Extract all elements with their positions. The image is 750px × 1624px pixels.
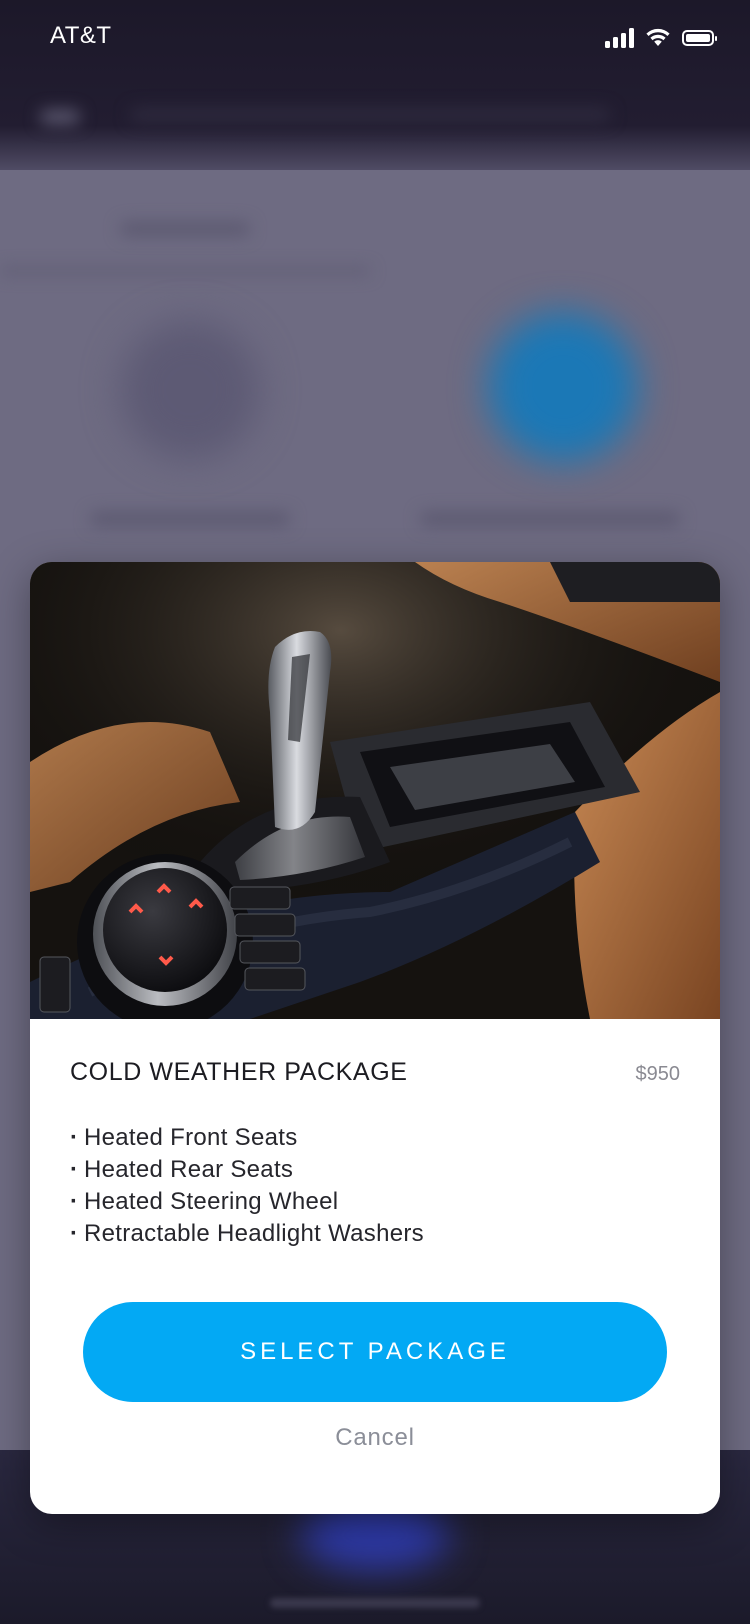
status-bar: AT&T [0,0,750,80]
package-modal: COLD WEATHER PACKAGE $950 Heated Front S… [30,562,720,1514]
package-price: $950 [635,1063,681,1085]
package-image [30,562,720,1019]
background-section-label [120,222,250,236]
select-package-button[interactable]: SELECT PACKAGE [83,1302,667,1402]
package-header: COLD WEATHER PACKAGE $950 [70,1058,680,1087]
feature-item: Retractable Headlight Washers [70,1218,424,1250]
background-option-circle-selected [488,312,638,462]
feature-item: Heated Steering Wheel [70,1186,424,1218]
feature-list: Heated Front Seats Heated Rear Seats Hea… [70,1122,424,1250]
battery-icon [682,30,717,46]
carrier-label: AT&T [50,22,112,49]
car-interior-illustration [30,562,720,1019]
background-back-arrow [40,110,80,124]
feature-item: Heated Front Seats [70,1122,424,1154]
status-icons [605,22,717,48]
cancel-button[interactable]: Cancel [30,1424,720,1452]
background-tab-underline [0,268,370,274]
background-title-bar [130,108,610,122]
wifi-icon [646,28,670,46]
home-indicator [270,1598,480,1608]
feature-item: Heated Rear Seats [70,1154,424,1186]
background-option-circle [120,320,260,460]
package-title: COLD WEATHER PACKAGE [70,1058,408,1086]
background-option-label [90,512,290,526]
cellular-signal-icon [605,28,634,48]
background-option-label [420,512,680,526]
